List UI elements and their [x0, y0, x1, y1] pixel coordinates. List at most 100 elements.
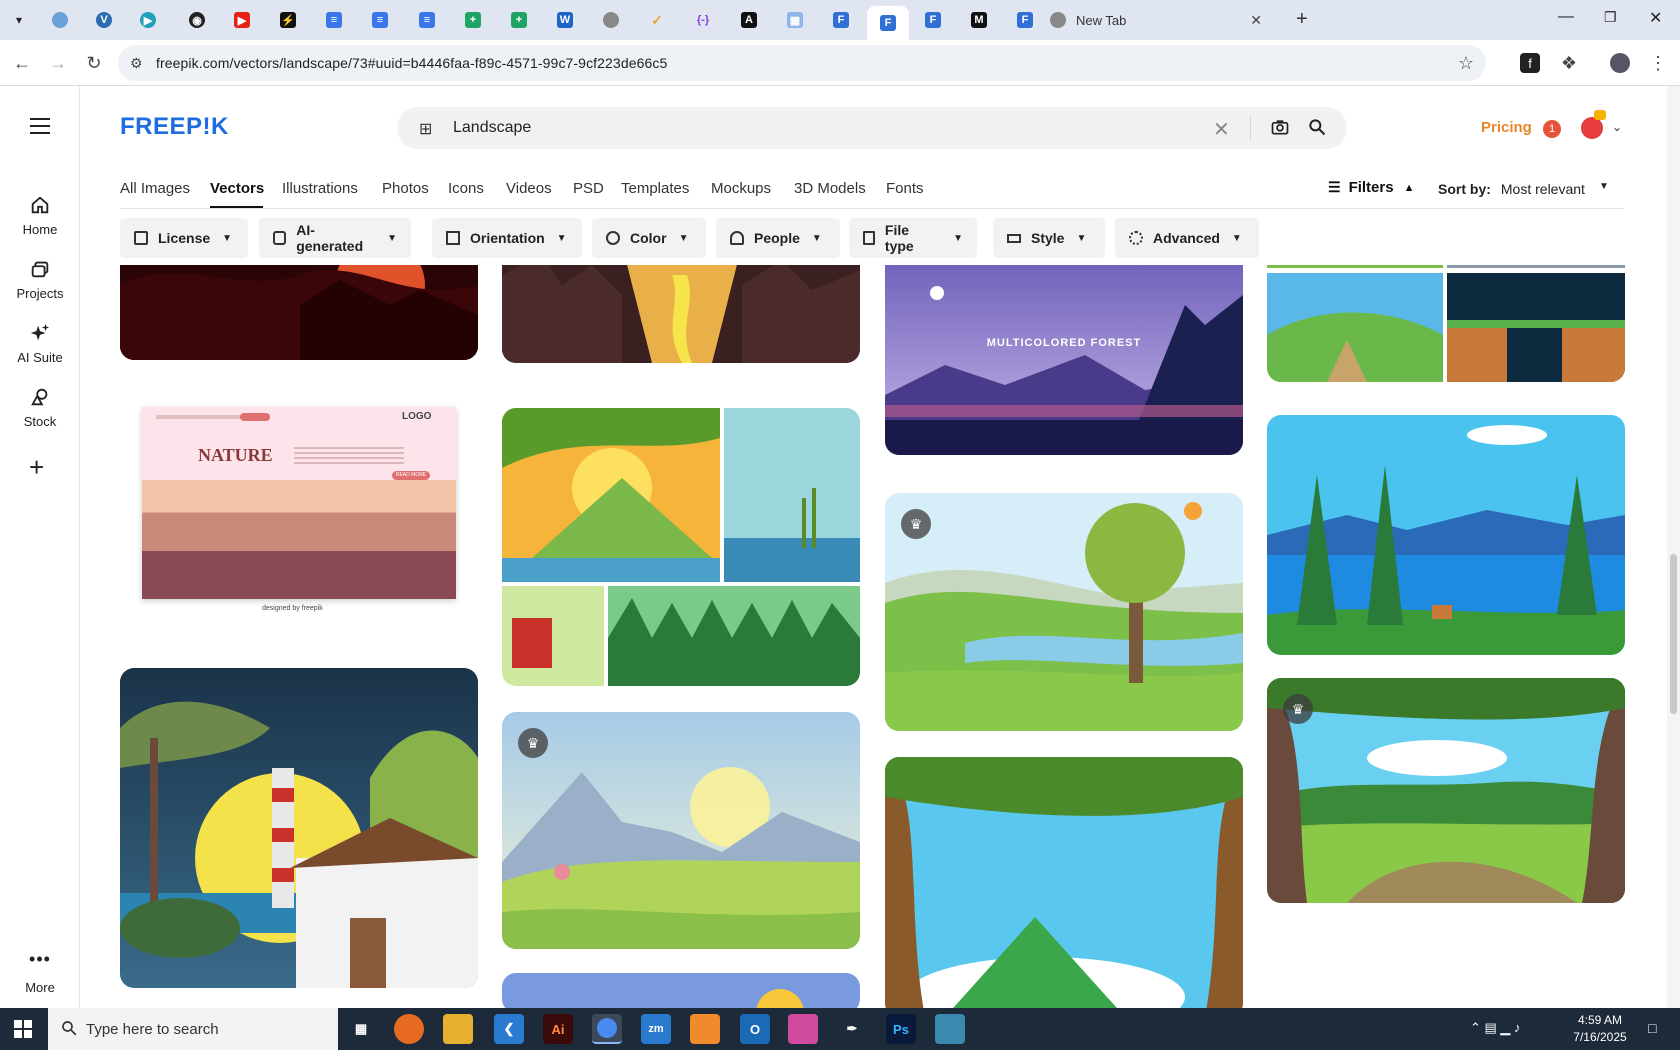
tab[interactable]: + [499, 6, 539, 34]
result-card[interactable] [502, 973, 860, 1008]
photoshop-icon[interactable]: Ps [886, 1014, 916, 1044]
filter-chip-orientation[interactable]: Orientation ▼ [432, 218, 582, 258]
tab[interactable]: ⚡ [268, 6, 308, 34]
forward-button[interactable]: → [46, 51, 70, 75]
tab[interactable] [40, 6, 80, 34]
camera-search-icon[interactable] [1270, 117, 1290, 142]
filter-chip-style[interactable]: Style ▼ [993, 218, 1105, 258]
profile-avatar[interactable] [1608, 51, 1632, 75]
chevron-down-icon[interactable]: ⌄ [1612, 120, 1622, 134]
browser-menu-icon[interactable]: ⋮ [1646, 51, 1670, 75]
windows-start-icon[interactable] [14, 1020, 32, 1043]
taskbar-clock[interactable]: 4:59 AM 7/16/2025 [1555, 1012, 1645, 1046]
address-bar[interactable]: ⚙ freepik.com/vectors/landscape/73#uuid=… [118, 45, 1486, 81]
tab[interactable]: A [729, 6, 769, 34]
restore-button[interactable]: ❐ [1604, 9, 1617, 26]
tab-active[interactable]: F [867, 6, 909, 40]
search-icon[interactable] [1307, 117, 1327, 142]
sidebar-item-home[interactable]: Home [0, 194, 80, 237]
filter-chip-color[interactable]: Color ▼ [592, 218, 706, 258]
tab[interactable]: ▶ [222, 6, 262, 34]
tab-templates[interactable]: Templates [621, 180, 689, 197]
tab[interactable]: F [913, 6, 953, 34]
tab-videos[interactable]: Videos [506, 180, 552, 197]
tab-illustrations[interactable]: Illustrations [282, 180, 358, 197]
tab[interactable]: ▦ [775, 6, 815, 34]
filter-chip-ai-generated[interactable]: AI-generated ▼ [259, 218, 411, 258]
close-icon[interactable]: ✕ [1250, 12, 1262, 29]
pricing-link[interactable]: Pricing [1481, 119, 1532, 136]
file-explorer-icon[interactable] [443, 1014, 473, 1044]
result-card[interactable]: ♛ [1267, 678, 1625, 903]
tab-fonts[interactable]: Fonts [886, 180, 924, 197]
tab[interactable]: M [959, 6, 999, 34]
back-button[interactable]: ← [10, 51, 34, 75]
sidebar-item-projects[interactable]: Projects [0, 258, 80, 301]
sidebar-item-stock[interactable]: Stock [0, 386, 80, 429]
task-view-icon[interactable]: ▦ [346, 1014, 376, 1044]
tab-search-button[interactable]: ▾ [0, 6, 38, 34]
page-scrollbar[interactable] [1667, 86, 1680, 1008]
minimize-button[interactable]: — [1558, 8, 1574, 26]
firefox-icon[interactable] [394, 1014, 424, 1044]
result-card[interactable] [885, 757, 1243, 1008]
tab[interactable]: ≡ [407, 6, 447, 34]
result-card[interactable] [120, 265, 478, 360]
outlook-icon[interactable]: O [740, 1014, 770, 1044]
tab[interactable]: V [84, 6, 124, 34]
scrollbar-thumb[interactable] [1670, 554, 1677, 714]
illustrator-icon[interactable]: Ai [543, 1014, 573, 1044]
sort-dropdown[interactable]: Sort by: Most relevant ▼ [1438, 181, 1609, 197]
filter-chip-advanced[interactable]: Advanced ▼ [1115, 218, 1259, 258]
sidebar-item-more[interactable]: ••• More [0, 950, 80, 995]
tab-icons[interactable]: Icons [448, 180, 484, 197]
tab-all-images[interactable]: All Images [120, 180, 190, 197]
extensions-puzzle-icon[interactable]: ❖ [1557, 51, 1581, 75]
result-card[interactable] [1267, 265, 1625, 382]
result-card[interactable]: ♛ [502, 712, 860, 949]
pen-tool-icon[interactable]: ✒ [837, 1014, 867, 1044]
filter-chip-people[interactable]: People ▼ [716, 218, 840, 258]
reload-button[interactable]: ↻ [82, 51, 106, 75]
search-input[interactable] [453, 107, 1153, 149]
new-tab-button[interactable]: + [1296, 8, 1308, 31]
tab[interactable]: ▶ [128, 6, 168, 34]
result-card[interactable]: ♛ [885, 493, 1243, 731]
chrome-icon[interactable] [592, 1014, 622, 1044]
zoom-icon[interactable]: zm [641, 1014, 671, 1044]
app-icon[interactable] [690, 1014, 720, 1044]
clear-search-icon[interactable]: ✕ [1213, 117, 1230, 142]
freepik-logo[interactable]: FREEP!K [120, 113, 229, 141]
tab-3d-models[interactable]: 3D Models [794, 180, 866, 197]
sidebar-item-ai-suite[interactable]: AI Suite [0, 322, 80, 365]
result-card[interactable] [120, 668, 478, 988]
tab-photos[interactable]: Photos [382, 180, 429, 197]
tab[interactable]: ≡ [360, 6, 400, 34]
creative-cloud-icon[interactable] [788, 1014, 818, 1044]
vscode-icon[interactable]: ❮ [494, 1014, 524, 1044]
notifications-icon[interactable]: □ [1648, 1020, 1656, 1036]
result-card[interactable] [502, 265, 860, 363]
taskbar-search[interactable]: Type here to search [48, 1008, 338, 1050]
tab-vectors[interactable]: Vectors [210, 180, 264, 197]
result-card[interactable]: MULTICOLORED FOREST [885, 265, 1243, 455]
tab[interactable]: ≡ [314, 6, 354, 34]
filter-chip-license[interactable]: License ▼ [120, 218, 248, 258]
tab[interactable] [591, 6, 631, 34]
site-settings-icon[interactable]: ⚙ [130, 55, 143, 72]
tab[interactable]: W [545, 6, 585, 34]
extension-icon[interactable]: f [1520, 53, 1540, 73]
filter-chip-file-type[interactable]: File type ▼ [849, 218, 977, 258]
system-tray-icons[interactable]: ⌃ ▤ ▁ ♪ [1470, 1020, 1521, 1036]
result-card[interactable] [1267, 415, 1625, 655]
tab[interactable]: F [821, 6, 861, 34]
app-icon[interactable] [935, 1014, 965, 1044]
search-type-icon[interactable]: ⊞ [419, 119, 432, 139]
tab-psd[interactable]: PSD [573, 180, 604, 197]
tab-new-tab[interactable]: New Tab ✕ [1050, 6, 1270, 34]
tab-mockups[interactable]: Mockups [711, 180, 771, 197]
add-button[interactable]: + [29, 454, 44, 480]
tab[interactable]: + [453, 6, 493, 34]
tab[interactable]: ✓ [637, 6, 677, 34]
result-card[interactable]: LOGO NATURE READ MORE designed by freepi… [120, 395, 478, 630]
